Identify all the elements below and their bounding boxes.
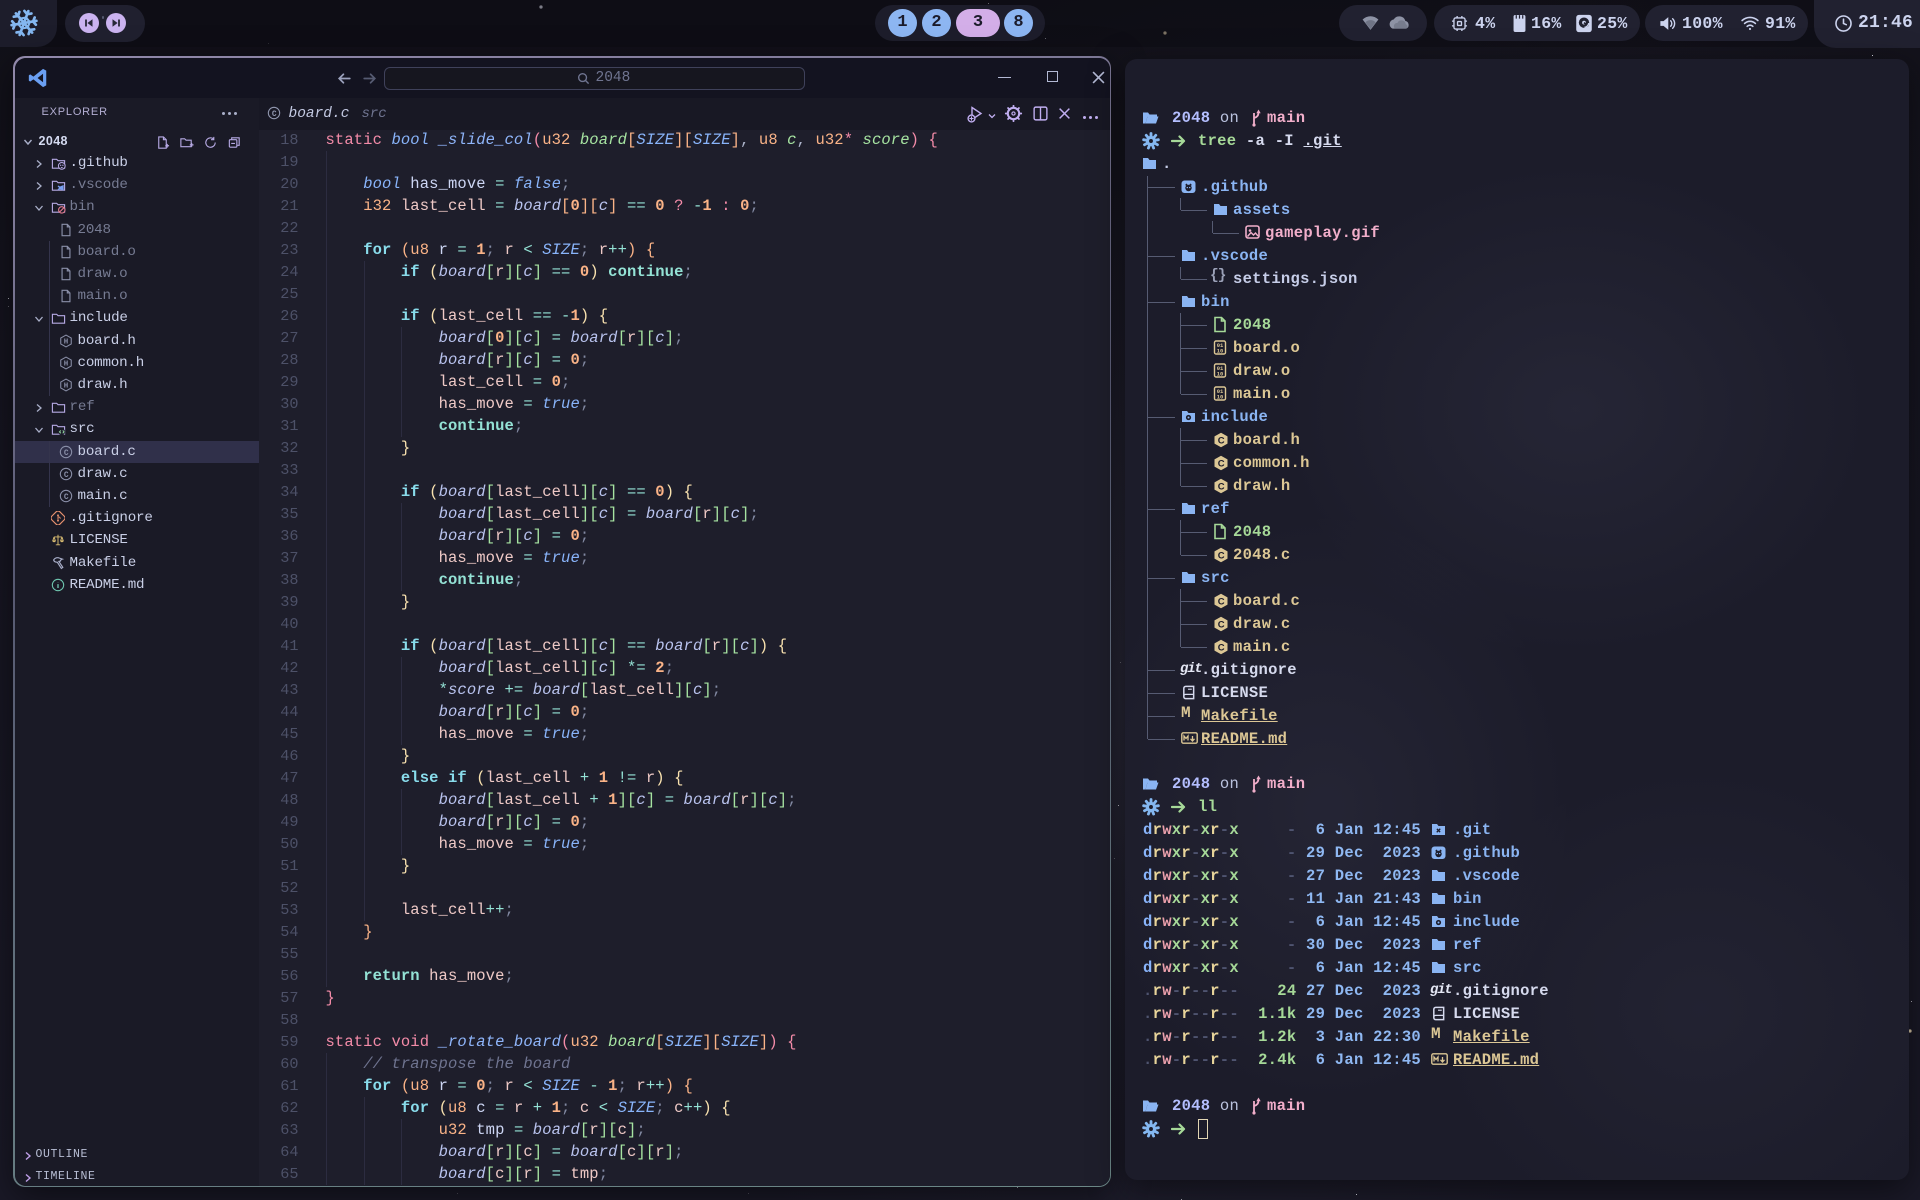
svg-text:H: H: [63, 383, 67, 391]
svg-text:C: C: [1218, 619, 1225, 630]
svg-text:C: C: [1218, 435, 1225, 446]
svg-text:10: 10: [1217, 347, 1224, 354]
svg-text:10: 10: [1217, 370, 1224, 377]
svg-text:C: C: [63, 448, 68, 457]
svg-text:C: C: [1218, 550, 1225, 561]
svg-text:C: C: [1218, 458, 1225, 469]
svg-text:H: H: [63, 360, 67, 368]
svg-text:H: H: [63, 338, 67, 346]
svg-text:C: C: [1218, 596, 1225, 607]
svg-text:10: 10: [1217, 393, 1224, 400]
svg-text:C: C: [1218, 481, 1225, 492]
svg-text:C: C: [63, 493, 68, 502]
svg-text:C: C: [271, 109, 276, 118]
svg-text:C: C: [63, 471, 68, 480]
svg-text:C: C: [1218, 642, 1225, 653]
